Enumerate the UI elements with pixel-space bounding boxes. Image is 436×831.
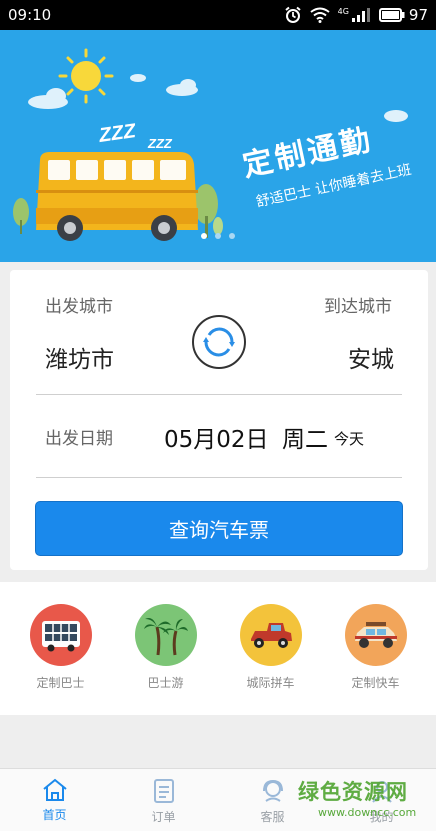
tab-home[interactable]: 首页 <box>0 769 109 831</box>
service-bus-tour[interactable]: 巴士游 <box>121 582 211 715</box>
destination-city[interactable]: 安城 <box>348 340 394 374</box>
ticket-search-card: 出发城市 到达城市 潍坊市 安城 出发日期 05月02日 周二 今天 查询汽车票 <box>10 270 428 570</box>
battery-level: 97 <box>408 6 428 24</box>
user-icon <box>371 781 392 803</box>
service-label: 定制巴士 <box>36 676 85 690</box>
service-label: 定制快车 <box>351 676 400 690</box>
tab-label: 首页 <box>42 808 67 822</box>
zzz-large: ZZZ <box>97 120 138 147</box>
service-label: 城际拼车 <box>246 676 295 690</box>
origin-label: 出发城市 <box>45 297 113 317</box>
network-type: 4G <box>337 6 349 16</box>
date-label: 出发日期 <box>45 429 113 449</box>
order-list-icon <box>153 779 174 803</box>
status-time: 09:10 <box>8 6 52 24</box>
service-custom-express[interactable]: 定制快车 <box>331 582 421 715</box>
vintage-car-icon <box>239 604 302 666</box>
origin-city[interactable]: 潍坊市 <box>45 340 114 374</box>
destination-label: 到达城市 <box>324 297 392 317</box>
status-bar: 09:10 4G 97 <box>0 0 436 30</box>
divider <box>36 477 402 478</box>
service-intercity-carpool[interactable]: 城际拼车 <box>226 582 316 715</box>
signal-icon <box>351 8 370 22</box>
service-custom-bus[interactable]: 定制巴士 <box>16 582 106 715</box>
battery-icon <box>378 8 405 22</box>
tab-customer-service[interactable]: 客服 <box>218 769 327 831</box>
tab-orders[interactable]: 订单 <box>109 769 218 831</box>
tab-profile[interactable]: 我的 <box>327 769 436 831</box>
palm-tree-icon <box>134 604 197 666</box>
sun-icon <box>58 48 114 104</box>
status-icons: 4G 97 <box>284 6 428 24</box>
divider <box>36 394 402 395</box>
battery-indicator: 97 <box>378 6 428 24</box>
swap-cities-button[interactable] <box>192 315 246 369</box>
double-decker-bus-icon <box>29 604 92 666</box>
headset-icon <box>262 779 283 802</box>
suv-car-icon <box>344 604 407 666</box>
search-tickets-button[interactable]: 查询汽车票 <box>35 501 403 556</box>
tab-label: 我的 <box>369 810 394 824</box>
service-label: 巴士游 <box>147 676 184 690</box>
wifi-icon <box>309 7 330 23</box>
alarm-icon <box>284 6 301 23</box>
promo-banner[interactable]: ZZZ ZZZ 定制通勤 舒适巴士 让你睡着去上班 <box>0 30 436 262</box>
tab-label: 订单 <box>151 810 176 824</box>
tab-label: 客服 <box>260 810 285 824</box>
swap-icon <box>203 327 235 357</box>
home-icon <box>42 778 67 801</box>
departure-date[interactable]: 05月02日 <box>164 420 269 454</box>
bus-illustration <box>36 152 198 241</box>
service-grid: 定制巴士 巴士游 城际拼车 定制快车 <box>0 582 436 715</box>
zzz-small: ZZZ <box>147 136 173 151</box>
today-tag: 今天 <box>334 430 365 448</box>
bottom-tab-bar: 首页 订单 客服 我的 <box>0 768 436 831</box>
departure-weekday[interactable]: 周二 <box>282 420 328 454</box>
